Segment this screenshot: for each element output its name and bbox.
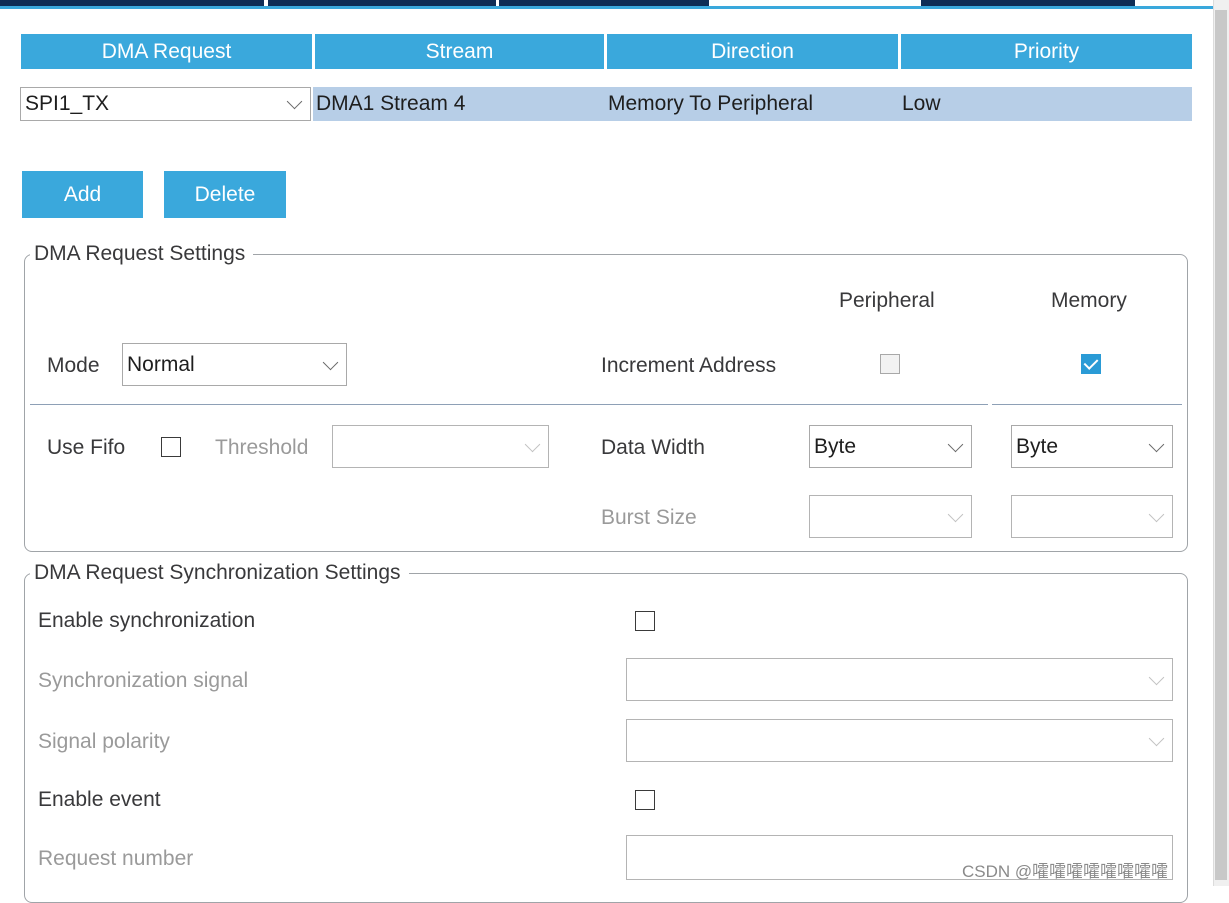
data-width-memory-value: Byte	[1016, 434, 1059, 458]
threshold-label: Threshold	[215, 436, 309, 459]
sync-signal-select[interactable]	[626, 658, 1173, 701]
header-dma-request[interactable]: DMA Request	[21, 34, 312, 69]
data-width-peripheral-value: Byte	[814, 434, 857, 458]
tab-underline	[0, 6, 1213, 9]
burst-size-peripheral-select[interactable]	[809, 495, 972, 538]
mode-value: Normal	[127, 352, 195, 376]
divider-right	[992, 404, 1182, 405]
enable-event-label: Enable event	[38, 788, 161, 811]
cell-stream[interactable]: DMA1 Stream 4	[313, 87, 603, 121]
header-direction[interactable]: Direction	[607, 34, 898, 69]
use-fifo-checkbox[interactable]	[161, 437, 181, 457]
chevron-down-icon[interactable]	[947, 436, 964, 452]
chevron-down-icon	[1148, 730, 1165, 746]
chevron-down-icon[interactable]	[286, 93, 303, 110]
sync-signal-label: Synchronization signal	[38, 669, 249, 692]
data-width-label: Data Width	[601, 436, 705, 459]
chevron-down-icon	[1148, 506, 1165, 522]
column-peripheral-label: Peripheral	[839, 289, 935, 312]
scrollbar-thumb[interactable]	[1215, 10, 1227, 880]
cell-priority[interactable]: Low	[899, 87, 1191, 121]
dma-request-select[interactable]: SPI1_TX	[20, 87, 311, 121]
data-width-memory-select[interactable]: Byte	[1011, 425, 1173, 468]
increment-memory-checkbox[interactable]	[1081, 354, 1101, 374]
checkmark-icon	[1083, 355, 1099, 370]
burst-size-label: Burst Size	[601, 506, 697, 529]
increment-address-label: Increment Address	[601, 354, 777, 377]
column-memory-label: Memory	[1051, 289, 1127, 312]
request-number-label: Request number	[38, 847, 194, 870]
chevron-down-icon[interactable]	[322, 354, 339, 370]
increment-peripheral-checkbox[interactable]	[880, 354, 900, 374]
header-stream[interactable]: Stream	[315, 34, 604, 69]
enable-sync-label: Enable synchronization	[38, 609, 256, 632]
chevron-down-icon	[1148, 669, 1165, 685]
divider-left	[30, 404, 988, 405]
chevron-down-icon	[947, 506, 964, 522]
enable-sync-checkbox[interactable]	[635, 611, 655, 631]
dma-request-settings-title: DMA Request Settings	[30, 242, 254, 266]
add-button[interactable]: Add	[22, 171, 143, 218]
header-priority[interactable]: Priority	[901, 34, 1192, 69]
burst-size-memory-select[interactable]	[1011, 495, 1173, 538]
mode-label: Mode	[47, 354, 100, 377]
dma-sync-settings-title: DMA Request Synchronization Settings	[30, 561, 409, 585]
chevron-down-icon	[524, 436, 541, 452]
signal-polarity-label: Signal polarity	[38, 730, 170, 753]
mode-select[interactable]: Normal	[122, 343, 347, 386]
threshold-select[interactable]	[332, 425, 549, 468]
enable-event-checkbox[interactable]	[635, 790, 655, 810]
use-fifo-label: Use Fifo	[47, 436, 126, 459]
watermark-text: CSDN @嚯嚯嚯嚯嚯嚯嚯嚯	[962, 862, 1169, 881]
chevron-down-icon[interactable]	[1148, 436, 1165, 452]
cell-direction[interactable]: Memory To Peripheral	[605, 87, 897, 121]
delete-button[interactable]: Delete	[164, 171, 286, 218]
dma-request-value: SPI1_TX	[25, 92, 110, 115]
signal-polarity-select[interactable]	[626, 719, 1173, 762]
data-width-peripheral-select[interactable]: Byte	[809, 425, 972, 468]
